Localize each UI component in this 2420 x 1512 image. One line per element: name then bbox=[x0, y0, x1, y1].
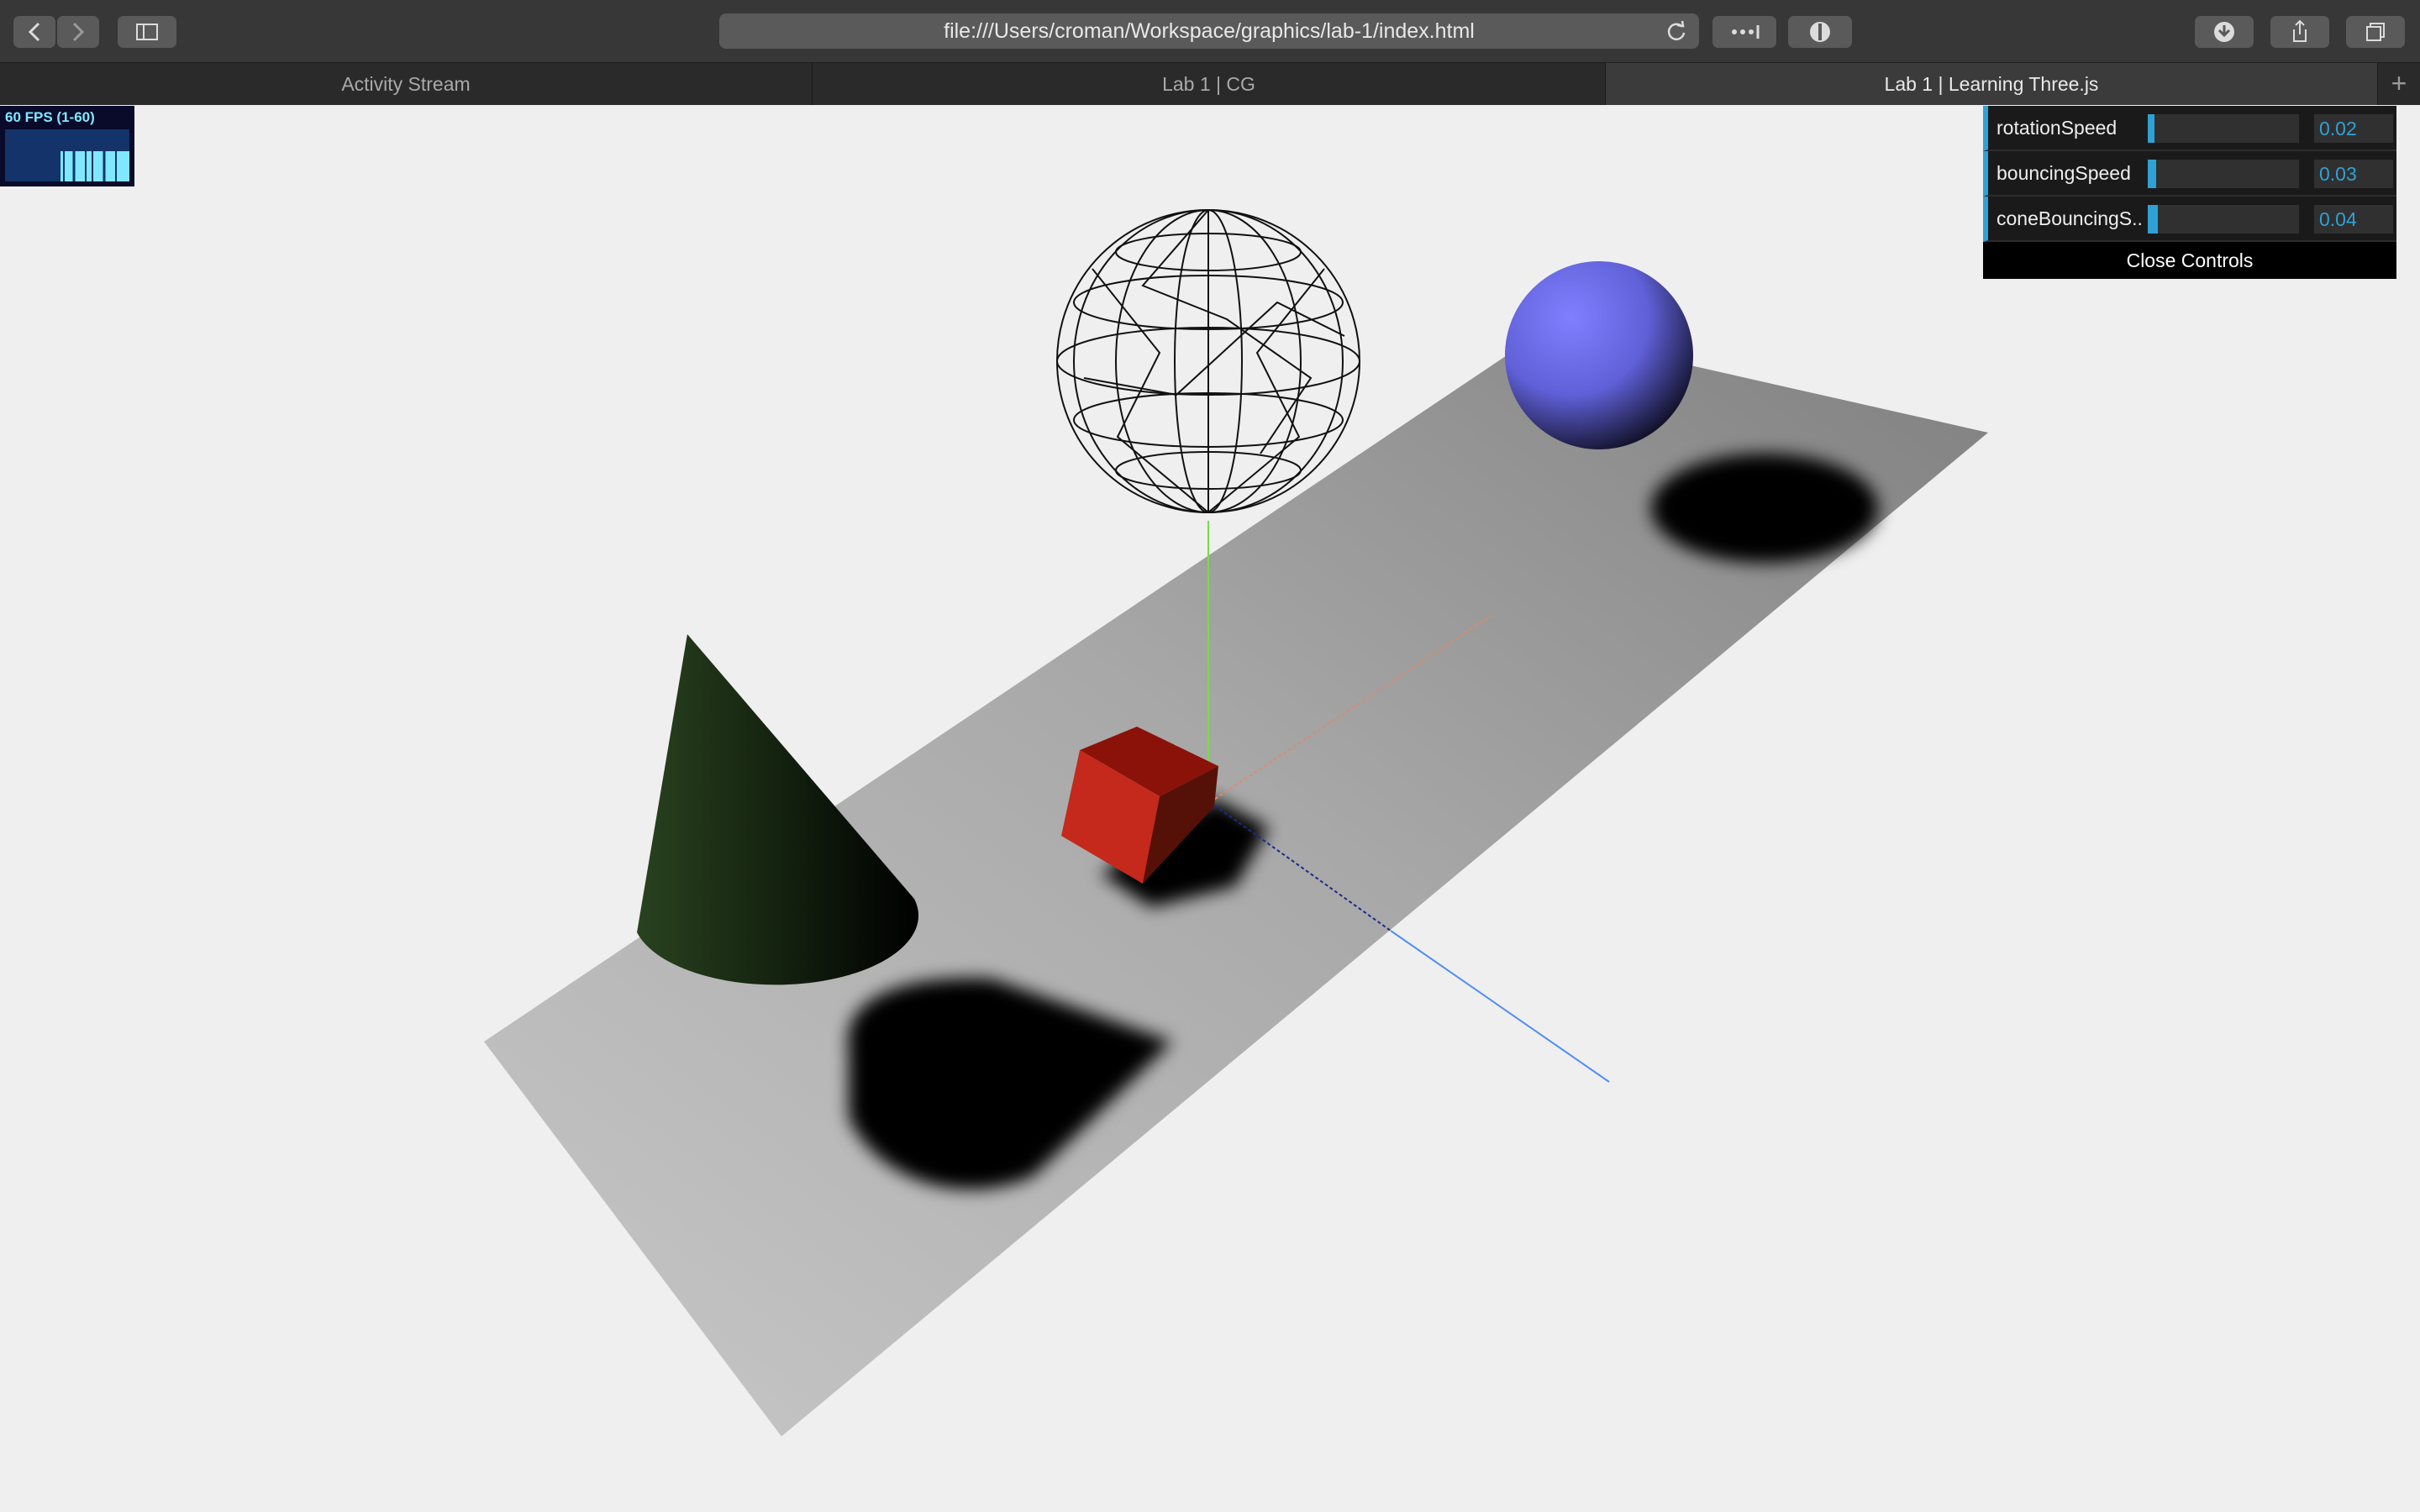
plus-icon: + bbox=[2391, 68, 2407, 98]
sidebar-button[interactable] bbox=[118, 16, 176, 48]
rotation-speed-slider[interactable] bbox=[2148, 114, 2299, 143]
download-icon bbox=[2214, 22, 2234, 42]
url-text: file:///Users/croman/Workspace/graphics/… bbox=[944, 19, 1475, 43]
url-bar[interactable]: file:///Users/croman/Workspace/graphics/… bbox=[719, 13, 1699, 49]
tab-lab1-cg[interactable]: Lab 1 | CG bbox=[813, 63, 1606, 105]
control-row-cone-bouncing-speed: coneBouncingS.. 0.04 bbox=[1983, 197, 2396, 242]
fps-stats-panel[interactable]: 60 FPS (1-60) bbox=[0, 106, 134, 186]
privacy-shield-icon bbox=[1810, 22, 1830, 42]
threejs-scene bbox=[484, 209, 1988, 1436]
wireframe-sphere bbox=[1056, 209, 1360, 513]
more-button[interactable] bbox=[1712, 16, 1776, 48]
more-icon bbox=[1732, 25, 1760, 39]
cone-bouncing-speed-slider[interactable] bbox=[2148, 205, 2299, 234]
rotation-speed-input[interactable]: 0.02 bbox=[2314, 114, 2393, 143]
download-button[interactable] bbox=[2195, 16, 2254, 48]
tabs-icon bbox=[2366, 23, 2385, 41]
dat-gui-panel: rotationSpeed 0.02 bouncingSpeed 0.03 co… bbox=[1983, 106, 2396, 279]
cone-bouncing-speed-input[interactable]: 0.04 bbox=[2314, 205, 2393, 234]
blue-sphere bbox=[1505, 261, 1693, 449]
fps-label: 60 FPS (1-60) bbox=[5, 109, 95, 125]
privacy-button[interactable] bbox=[1788, 16, 1852, 48]
bouncing-speed-input[interactable]: 0.03 bbox=[2314, 160, 2393, 188]
control-label: coneBouncingS.. bbox=[1996, 207, 2143, 229]
control-label: rotationSpeed bbox=[1996, 117, 2118, 139]
tab-activity-stream[interactable]: Activity Stream bbox=[0, 63, 813, 105]
close-controls-button[interactable]: Close Controls bbox=[1983, 242, 2396, 279]
bouncing-speed-slider[interactable] bbox=[2148, 160, 2299, 188]
sidebar-icon bbox=[136, 24, 158, 40]
webgl-canvas[interactable] bbox=[0, 105, 2420, 1512]
forward-button[interactable] bbox=[57, 16, 99, 48]
slider-fill bbox=[2148, 160, 2156, 188]
reload-icon[interactable] bbox=[1665, 20, 1687, 42]
new-tab-button[interactable]: + bbox=[2378, 63, 2420, 105]
control-label: bouncingSpeed bbox=[1996, 162, 2131, 184]
sphere-shadow bbox=[1651, 454, 1878, 563]
tabs-overview-button[interactable] bbox=[2346, 16, 2405, 48]
back-button[interactable] bbox=[13, 16, 55, 48]
browser-toolbar: file:///Users/croman/Workspace/graphics/… bbox=[0, 0, 2420, 63]
share-button[interactable] bbox=[2270, 16, 2329, 48]
tab-bar: Activity Stream Lab 1 | CG Lab 1 | Learn… bbox=[0, 63, 2420, 105]
axis-z-front bbox=[1390, 930, 1610, 1083]
back-arrow-icon bbox=[28, 22, 40, 42]
tab-learning-threejs[interactable]: Lab 1 | Learning Three.js bbox=[1606, 63, 2378, 105]
slider-fill bbox=[2148, 205, 2158, 234]
slider-fill bbox=[2148, 114, 2154, 143]
control-row-bouncing-speed: bouncingSpeed 0.03 bbox=[1983, 151, 2396, 197]
fps-graph bbox=[5, 129, 129, 181]
share-icon bbox=[2293, 19, 2307, 42]
forward-arrow-icon bbox=[72, 22, 85, 42]
control-row-rotation-speed: rotationSpeed 0.02 bbox=[1983, 106, 2396, 151]
